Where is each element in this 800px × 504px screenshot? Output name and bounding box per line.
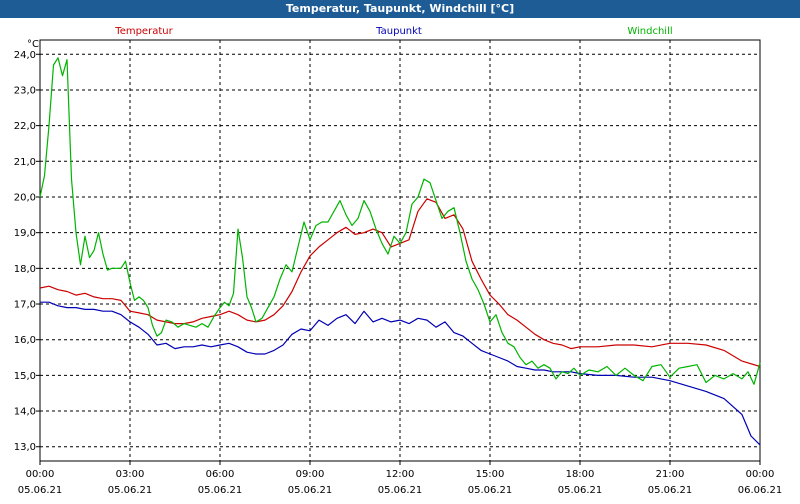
x-tick-date-label: 05.06.21 — [288, 485, 333, 496]
y-tick-label: 20,0 — [14, 192, 36, 203]
x-tick-date-label: 05.06.21 — [198, 485, 243, 496]
x-tick-date-label: 05.06.21 — [108, 485, 153, 496]
x-tick-time-label: 21:00 — [656, 469, 685, 480]
x-tick-date-label: 05.06.21 — [648, 485, 693, 496]
y-tick-label: 14,0 — [14, 407, 36, 418]
y-tick-label: 15,0 — [14, 371, 36, 382]
x-tick-time-label: 09:00 — [296, 469, 325, 480]
y-axis: 13,0 14,0 15,0 16,0 17,0 18,0 19,0 20,0 21,0 22,0… — [14, 50, 40, 453]
x-tick-time-label: 03:00 — [116, 469, 145, 480]
y-tick-label: 16,0 — [14, 335, 36, 346]
y-tick-label: 13,0 — [14, 442, 36, 453]
x-axis: 00:00 05.06.21 03:00 05.06.21 06:00 05.06.21 0… — [18, 461, 783, 496]
y-axis-unit-label: °C — [27, 39, 39, 50]
y-tick-label: 24,0 — [14, 50, 36, 61]
x-tick-date-label: 06.06.21 — [738, 485, 783, 496]
legend-taupunkt: Taupunkt — [375, 26, 422, 37]
x-tick-date-label: 05.06.21 — [558, 485, 603, 496]
y-tick-label: 17,0 — [14, 300, 36, 311]
x-tick-time-label: 00:00 — [746, 469, 775, 480]
x-tick-date-label: 05.06.21 — [468, 485, 513, 496]
y-tick-label: 18,0 — [14, 264, 36, 275]
chart-title: Temperatur, Taupunkt, Windchill [°C] — [0, 0, 800, 18]
y-tick-label: 21,0 — [14, 157, 36, 168]
x-tick-time-label: 18:00 — [566, 469, 595, 480]
x-tick-date-label: 05.06.21 — [378, 485, 423, 496]
y-tick-label: 23,0 — [14, 85, 36, 96]
x-tick-time-label: 12:00 — [386, 469, 415, 480]
x-tick-date-label: 05.06.21 — [18, 485, 63, 496]
y-tick-label: 22,0 — [14, 121, 36, 132]
chart-area: 13,0 14,0 15,0 16,0 17,0 18,0 19,0 20,0 21,0 22,0… — [0, 18, 800, 500]
x-tick-time-label: 15:00 — [476, 469, 505, 480]
legend-temperatur: Temperatur — [114, 26, 173, 37]
line-chart: 13,0 14,0 15,0 16,0 17,0 18,0 19,0 20,0 21,0 22,0… — [14, 26, 783, 496]
y-tick-label: 19,0 — [14, 228, 36, 239]
legend-windchill: Windchill — [627, 26, 672, 37]
x-tick-time-label: 00:00 — [26, 469, 55, 480]
x-tick-time-label: 06:00 — [206, 469, 235, 480]
